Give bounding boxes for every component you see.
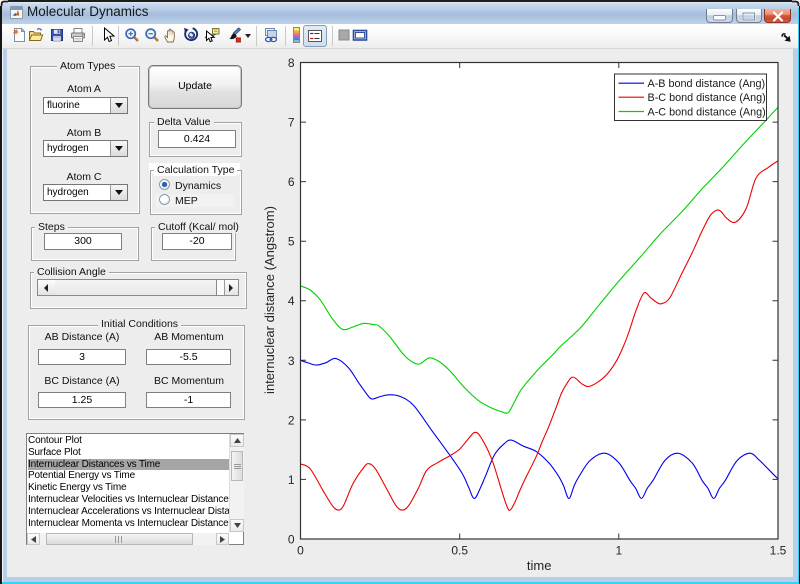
svg-text:0: 0 bbox=[297, 544, 304, 558]
svg-text:6: 6 bbox=[288, 175, 295, 189]
svg-text:internuclear distance (Angstro: internuclear distance (Angstrom) bbox=[262, 206, 277, 394]
svg-text:1: 1 bbox=[615, 544, 622, 558]
svg-text:7: 7 bbox=[288, 116, 295, 130]
svg-text:4: 4 bbox=[288, 294, 295, 308]
svg-text:1: 1 bbox=[288, 473, 295, 487]
svg-text:0.5: 0.5 bbox=[451, 544, 468, 558]
svg-text:A-B bond distance (Ang): A-B bond distance (Ang) bbox=[648, 78, 766, 90]
svg-text:0: 0 bbox=[288, 533, 295, 547]
svg-text:3: 3 bbox=[288, 354, 295, 368]
svg-text:A-C bond distance (Ang): A-C bond distance (Ang) bbox=[648, 107, 766, 119]
svg-text:time: time bbox=[527, 558, 552, 573]
svg-text:8: 8 bbox=[288, 56, 295, 70]
svg-text:2: 2 bbox=[288, 413, 295, 427]
svg-text:B-C bond distance (Ang): B-C bond distance (Ang) bbox=[648, 92, 766, 104]
svg-text:1.5: 1.5 bbox=[770, 544, 787, 558]
svg-text:5: 5 bbox=[288, 235, 295, 249]
